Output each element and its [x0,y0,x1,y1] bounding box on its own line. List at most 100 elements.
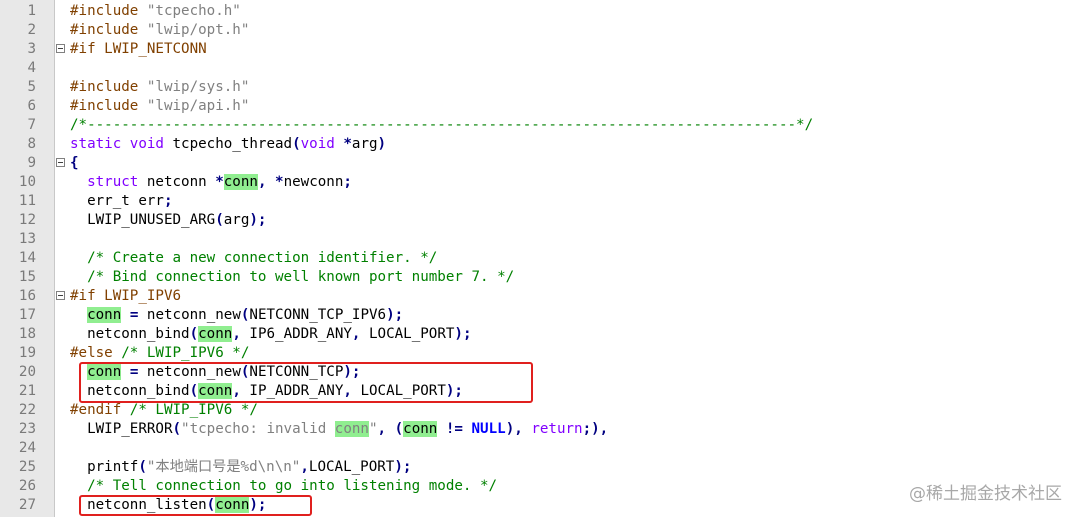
code-line[interactable]: 12 LWIP_UNUSED_ARG(arg); [0,211,1078,230]
code-text: conn = netconn_new(NETCONN_TCP_IPV6); [70,306,403,325]
code-token: tcpecho_thread [163,136,293,152]
highlighted-token: conn [198,326,233,342]
code-line[interactable]: 24 [0,439,1078,458]
code-editor[interactable]: 1 #include "tcpecho.h" 2 #include "lwip/opt… [0,0,1078,517]
code-line[interactable]: 8 static void tcpecho_thread(void *arg) [0,135,1078,154]
line-number: 22 [18,402,36,418]
code-line[interactable]: 13 [0,230,1078,249]
code-token: #include [70,3,147,19]
highlighted-token: conn [403,421,438,437]
code-text: /*--------------------------------------… [70,116,813,135]
code-text: #include "lwip/sys.h" [70,78,249,97]
code-text: netconn_bind(conn, IP6_ADDR_ANY, LOCAL_P… [70,325,472,344]
code-line[interactable]: 15 /* Bind connection to well known port… [0,268,1078,287]
code-line[interactable]: 16 #if LWIP_IPV6 [0,287,1078,306]
code-token: #endif [70,402,130,418]
code-line[interactable]: 5 #include "lwip/sys.h" [0,78,1078,97]
line-number: 13 [18,231,36,247]
code-line[interactable]: 7 /*-------------------------------------… [0,116,1078,135]
line-number: 12 [18,212,36,228]
code-token: ( [138,459,147,475]
watermark: @稀土掘金技术社区 [909,484,1062,504]
line-number: 18 [18,326,36,342]
line-number: 23 [18,421,36,437]
code-token: NETCONN_TCP_IPV6 [249,307,387,323]
line-number: 21 [18,383,36,399]
code-token: "tcpecho: invalid [181,421,335,437]
line-number: 1 [27,3,36,19]
code-token: ( [172,421,182,437]
code-token: "lwip/sys.h" [146,79,250,95]
code-line[interactable]: 2 #include "lwip/opt.h" [0,21,1078,40]
code-token: netconn_new [138,307,241,323]
code-line[interactable]: 19 #else /* LWIP_IPV6 */ [0,344,1078,363]
code-line[interactable]: 17 conn = netconn_new(NETCONN_TCP_IPV6); [0,306,1078,325]
code-text: printf("本地端口号是%d\n\n",LOCAL_PORT); [70,458,411,477]
code-token: LOCAL_PORT [360,326,455,342]
code-token: struct [87,174,139,190]
fold-toggle-icon[interactable] [56,291,65,300]
code-line[interactable]: 9{ [0,154,1078,173]
code-line[interactable]: 22 #endif /* LWIP_IPV6 */ [0,401,1078,420]
fold-toggle-icon[interactable] [56,44,65,53]
code-text: #if LWIP_NETCONN [70,40,207,59]
code-token: arg [351,136,378,152]
code-line[interactable]: 23 LWIP_ERROR("tcpecho: invalid conn", (… [0,420,1078,439]
code-token: , [300,459,309,475]
code-line[interactable]: 25 printf("本地端口号是%d\n\n",LOCAL_PORT); [0,458,1078,477]
code-area[interactable]: 1 #include "tcpecho.h" 2 #include "lwip/opt… [0,2,1078,515]
code-token: #if LWIP_IPV6 [70,288,182,304]
code-token: #else [70,345,122,361]
code-token: void [129,136,164,152]
code-text: #if LWIP_IPV6 [70,287,181,306]
code-text: #endif /* LWIP_IPV6 */ [70,401,258,420]
code-line[interactable]: 1 #include "tcpecho.h" [0,2,1078,21]
code-token: ); [386,307,404,323]
code-line[interactable]: 11 err_t err; [0,192,1078,211]
code-token: ; [343,174,352,190]
code-token: /* Tell connection to go into listening … [87,478,498,494]
annotation-box-listen [79,495,312,516]
line-number: 17 [18,307,36,323]
highlighted-token: conn [87,307,122,323]
code-token: arg [223,212,250,228]
code-text: LWIP_ERROR("tcpecho: invalid conn", (con… [70,420,608,439]
line-number: 2 [27,22,36,38]
fold-toggle-icon[interactable] [56,158,65,167]
code-token: netconn_bind [70,326,190,342]
code-token: IP6_ADDR_ANY [240,326,352,342]
code-line[interactable]: 10 struct netconn *conn, *newconn; [0,173,1078,192]
code-line[interactable]: 14 /* Create a new connection identifier… [0,249,1078,268]
code-token: netconn [138,174,216,190]
code-token: NULL [471,421,506,437]
code-text: { [70,154,79,173]
code-line[interactable]: 4 [0,59,1078,78]
code-line[interactable]: 18 netconn_bind(conn, IP6_ADDR_ANY, LOCA… [0,325,1078,344]
code-token: return [531,421,583,437]
code-token: /* Create a new connection identifier. *… [87,250,438,266]
code-token: #if LWIP_NETCONN [70,41,207,57]
code-text: #include "lwip/api.h" [70,97,249,116]
highlighted-token: conn [334,421,369,437]
code-token: "本地端口号是%d\n\n" [146,459,301,475]
code-line[interactable]: 6 #include "lwip/api.h" [0,97,1078,116]
code-token: ; [163,193,173,209]
code-token: #include [70,22,147,38]
code-text: struct netconn *conn, *newconn; [70,173,352,192]
line-number: 24 [18,440,36,456]
code-line[interactable]: 3 #if LWIP_NETCONN [0,40,1078,59]
line-number: 11 [18,193,36,209]
code-text: #include "lwip/opt.h" [70,21,249,40]
code-token: ( [215,212,224,228]
code-token: newconn [283,174,344,190]
code-token: ( [292,136,301,152]
code-token: != [445,421,463,437]
code-token: void [300,136,335,152]
code-token: , [377,421,387,437]
code-token: /* LWIP_IPV6 */ [129,402,258,418]
line-number: 6 [27,98,36,114]
